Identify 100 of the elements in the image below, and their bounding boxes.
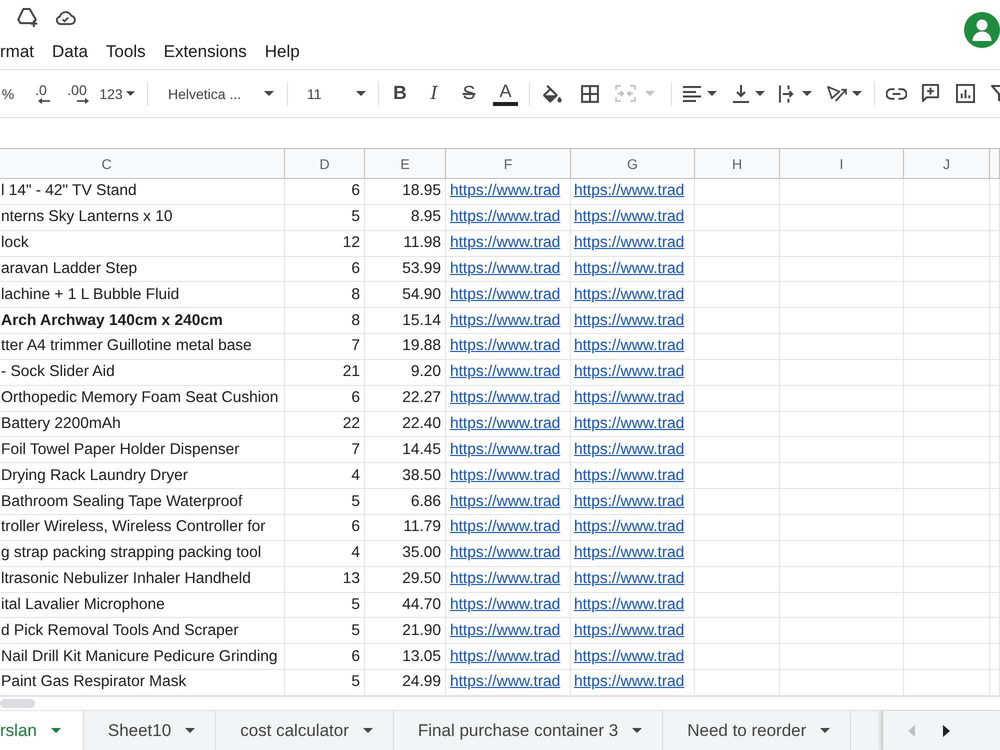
column-header[interactable]: C xyxy=(0,149,285,178)
url-link[interactable]: https://www.trad xyxy=(574,260,684,278)
bold-button[interactable]: B xyxy=(390,78,410,108)
url-link[interactable]: https://www.trad xyxy=(450,234,560,252)
url-link[interactable]: https://www.trad xyxy=(450,596,560,614)
url-link[interactable]: https://www.trad xyxy=(574,570,684,588)
number-format-button[interactable]: 123 xyxy=(96,78,138,108)
caret-icon xyxy=(632,728,642,734)
menu-item[interactable]: Data xyxy=(52,41,88,63)
url-link[interactable]: https://www.trad xyxy=(574,286,684,304)
url-link[interactable]: https://www.trad xyxy=(450,492,560,511)
url-link[interactable]: https://www.trad xyxy=(450,286,560,304)
strikethrough-button[interactable]: S xyxy=(459,78,479,108)
scrollbar-thumb[interactable] xyxy=(0,698,35,708)
url-link[interactable]: https://www.trad xyxy=(574,312,684,330)
menu-item[interactable]: Help xyxy=(264,41,300,63)
url-link[interactable]: https://www.trad xyxy=(450,415,560,434)
borders-icon xyxy=(581,84,599,102)
table-cell: Arch Archway 140cm x 240cm xyxy=(0,308,285,334)
table-cell: 4 xyxy=(285,463,365,490)
url-link[interactable]: https://www.trad xyxy=(450,518,560,536)
table-cell: 6 xyxy=(285,386,365,412)
table-cell: 13.05 xyxy=(365,644,446,670)
table-cell: 6 xyxy=(285,514,365,541)
url-link[interactable]: https://www.trad xyxy=(574,596,684,614)
url-link[interactable]: https://www.trad xyxy=(574,415,684,434)
font-size-dropdown[interactable]: 11 xyxy=(297,78,373,108)
triangle-plus-icon[interactable] xyxy=(17,8,38,28)
menu-item[interactable]: Extensions xyxy=(164,41,247,63)
column-header[interactable]: I xyxy=(780,149,904,178)
url-link[interactable]: https://www.trad xyxy=(450,622,560,640)
table-cell: 11.98 xyxy=(365,230,446,257)
url-link[interactable]: https://www.trad xyxy=(450,260,560,278)
text-color-button[interactable]: A xyxy=(493,78,518,108)
url-link[interactable]: https://www.trad xyxy=(450,182,560,200)
sheet-tab[interactable]: Final purchase container 3 xyxy=(394,710,664,750)
column-header[interactable]: J xyxy=(904,149,990,178)
bar-chart-icon xyxy=(956,84,974,103)
table-cell: Orthopedic Memory Foam Seat Cushion xyxy=(0,386,285,412)
percent-format-button[interactable]: % xyxy=(0,78,16,108)
url-link[interactable]: https://www.trad xyxy=(574,492,684,511)
right-arrow-icon xyxy=(77,98,89,104)
cloud-check-icon[interactable] xyxy=(55,10,76,25)
url-link[interactable]: https://www.trad xyxy=(574,673,684,692)
table-cell: 7 xyxy=(285,437,365,464)
menu-item[interactable]: Tools xyxy=(106,41,146,63)
column-header[interactable]: D xyxy=(285,149,365,178)
decrease-decimal-button[interactable]: .0 xyxy=(28,78,54,108)
url-link[interactable]: https://www.trad xyxy=(450,389,560,408)
url-link[interactable]: https://www.trad xyxy=(450,208,560,226)
table-cell: 5 xyxy=(285,204,365,231)
table-cell: l 14" - 42" TV Stand xyxy=(0,179,285,205)
url-link[interactable]: https://www.trad xyxy=(574,363,684,382)
table-cell: lachine + 1 L Bubble Fluid xyxy=(0,282,285,308)
url-link[interactable]: https://www.trad xyxy=(450,440,560,459)
italic-button[interactable]: I xyxy=(424,78,444,108)
column-header[interactable]: H xyxy=(695,149,780,178)
empty-cell xyxy=(990,463,1000,490)
url-link[interactable]: https://www.trad xyxy=(450,673,560,692)
url-link[interactable]: https://www.trad xyxy=(574,182,684,200)
sheet-tab[interactable]: cost calculator xyxy=(216,710,394,750)
sheet-tab[interactable]: Need to reorder xyxy=(663,710,852,750)
url-link[interactable]: https://www.trad xyxy=(574,518,684,536)
url-link[interactable]: https://www.trad xyxy=(450,312,560,330)
url-link[interactable]: https://www.trad xyxy=(450,363,560,382)
empty-cell xyxy=(990,334,1000,360)
avatar-icon[interactable] xyxy=(964,12,1000,48)
url-link[interactable]: https://www.trad xyxy=(450,648,560,666)
font-dropdown[interactable]: Helvetica ... xyxy=(159,78,281,108)
column-header[interactable]: F xyxy=(446,149,571,178)
url-link[interactable]: https://www.trad xyxy=(574,440,684,459)
table-cell: 38.50 xyxy=(365,463,446,490)
column-header[interactable]: G xyxy=(571,149,695,178)
table-cell: ltrasonic Nebulizer Inhaler Handheld xyxy=(0,566,285,592)
table-cell: 22.27 xyxy=(365,386,446,412)
table-cell: 9.20 xyxy=(365,360,446,386)
table-cell: 35.00 xyxy=(365,540,446,567)
empty-cell xyxy=(990,230,1000,257)
sheet-tab[interactable]: Sheet10 xyxy=(84,710,216,750)
url-link[interactable]: https://www.trad xyxy=(450,466,560,485)
increase-decimal-button[interactable]: .00 xyxy=(62,78,92,108)
table-cell: 14.45 xyxy=(365,437,446,464)
empty-cell xyxy=(990,256,1000,282)
url-link[interactable]: https://www.trad xyxy=(574,648,684,666)
url-link[interactable]: https://www.trad xyxy=(574,234,684,252)
url-link[interactable]: https://www.trad xyxy=(574,466,684,485)
url-link[interactable]: https://www.trad xyxy=(574,544,684,562)
url-link[interactable]: https://www.trad xyxy=(574,389,684,408)
url-link[interactable]: https://www.trad xyxy=(450,570,560,588)
empty-cell xyxy=(990,360,1000,386)
table-cell: 7 xyxy=(285,334,365,360)
column-header[interactable]: E xyxy=(365,149,446,178)
menu-item[interactable]: rmat xyxy=(0,41,34,63)
url-link[interactable]: https://www.trad xyxy=(574,337,684,356)
sheet-tab[interactable]: rslan xyxy=(0,710,84,750)
url-link[interactable]: https://www.trad xyxy=(450,544,560,562)
caret-icon xyxy=(126,91,135,96)
url-link[interactable]: https://www.trad xyxy=(574,622,684,640)
url-link[interactable]: https://www.trad xyxy=(450,337,560,356)
url-link[interactable]: https://www.trad xyxy=(574,208,684,226)
